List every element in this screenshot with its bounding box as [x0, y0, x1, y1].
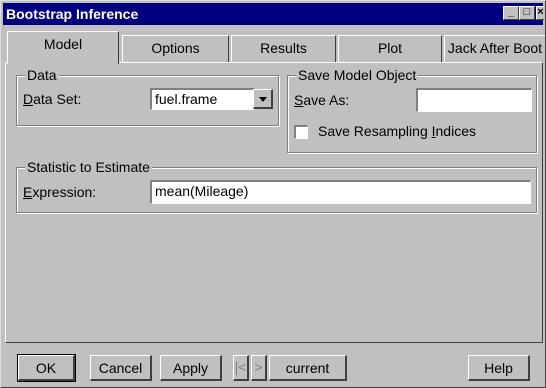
ok-button[interactable]: OK — [17, 354, 76, 382]
data-group: Data Data Set: fuel.frame — [16, 67, 279, 126]
save-indices-label: Save Resampling Indices — [318, 123, 476, 139]
apply-button[interactable]: Apply — [160, 355, 222, 381]
tab-results[interactable]: Results — [231, 35, 336, 62]
next-page-icon: > — [254, 359, 263, 375]
title-bar: Bootstrap Inference _ □ × — [3, 3, 544, 25]
ok-label: OK — [35, 360, 57, 376]
tab-label: Model — [43, 36, 83, 52]
minimize-icon[interactable]: _ — [503, 6, 519, 20]
current-label: current — [285, 360, 330, 376]
tab-label: Results — [260, 40, 307, 56]
help-button[interactable]: Help — [468, 355, 530, 381]
current-button[interactable]: current — [269, 355, 347, 381]
save-legend: Save Model Object — [296, 67, 419, 83]
first-page-icon: |< — [234, 359, 247, 375]
window-title: Bootstrap Inference — [6, 6, 139, 22]
tab-panel: Data Data Set: fuel.frame Save Model Obj… — [5, 62, 543, 343]
apply-label: Apply — [172, 360, 209, 376]
expression-input[interactable]: mean(Mileage) — [150, 180, 531, 204]
chevron-down-icon — [259, 97, 267, 102]
data-legend: Data — [25, 67, 59, 83]
tab-jack-after-boot[interactable]: Jack After Boot — [444, 35, 545, 62]
tab-options[interactable]: Options — [122, 35, 229, 62]
dataset-dropdown-button[interactable] — [253, 89, 273, 109]
statistic-legend: Statistic to Estimate — [25, 159, 152, 175]
expression-value: mean(Mileage) — [155, 183, 249, 199]
cancel-button[interactable]: Cancel — [90, 355, 152, 381]
tab-model[interactable]: Model — [7, 31, 119, 64]
cancel-label: Cancel — [98, 360, 143, 376]
save-as-input[interactable] — [416, 88, 532, 112]
expression-label: Expression: — [23, 184, 97, 200]
tab-label: Jack After Boot — [447, 40, 543, 56]
dataset-value: fuel.frame — [155, 91, 218, 107]
help-label: Help — [484, 360, 513, 376]
dataset-label: Data Set: — [23, 91, 82, 107]
save-as-label: Save As: — [294, 92, 350, 108]
statistic-group: Statistic to Estimate Expression: mean(M… — [16, 159, 537, 213]
save-model-group: Save Model Object Save As: Save Resampli… — [287, 67, 537, 153]
prev-page-button[interactable]: |< — [233, 355, 249, 381]
dataset-select[interactable]: fuel.frame — [150, 88, 255, 110]
close-icon[interactable]: × — [536, 6, 544, 20]
dialog-window: Bootstrap Inference _ □ × Model Options … — [0, 0, 546, 388]
tab-label: Plot — [377, 40, 403, 56]
tab-plot[interactable]: Plot — [338, 35, 442, 62]
tab-label: Options — [151, 40, 200, 56]
maximize-icon[interactable]: □ — [519, 6, 535, 20]
save-indices-checkbox[interactable] — [294, 125, 308, 139]
next-page-button[interactable]: > — [251, 355, 267, 381]
